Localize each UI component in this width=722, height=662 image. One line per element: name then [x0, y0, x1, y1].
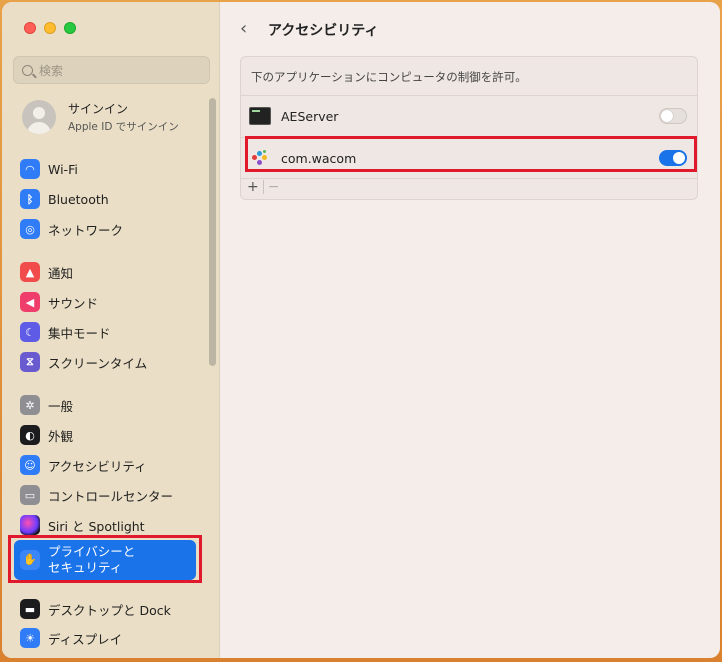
- signin-subtitle: Apple ID でサインイン: [68, 121, 179, 133]
- signin-title: サインイン: [68, 102, 129, 116]
- sidebar-item-focus[interactable]: ☾ 集中モード: [20, 322, 111, 342]
- accessibility-icon: ☺: [20, 455, 40, 475]
- divider: [241, 178, 697, 179]
- sidebar-item-label: 通知: [48, 265, 74, 281]
- sidebar-item-control-center[interactable]: ▭ コントロールセンター: [20, 485, 173, 505]
- sidebar-item-appearance[interactable]: ◐ 外観: [20, 425, 73, 445]
- sun-icon: ☀: [20, 628, 40, 648]
- sidebar-item-accessibility[interactable]: ☺ アクセシビリティ: [20, 455, 147, 475]
- main-pane: ‹ アクセシビリティ 下のアプリケーションにコンピュータの制御を許可。 AESe…: [220, 2, 720, 658]
- bluetooth-icon: ᛒ: [20, 189, 40, 209]
- globe-icon: ◎: [20, 219, 40, 239]
- close-button[interactable]: [24, 22, 36, 34]
- sidebar-item-general[interactable]: ✲ 一般: [20, 395, 73, 415]
- sidebar-item-label: 外観: [48, 428, 74, 444]
- appearance-icon: ◐: [20, 425, 40, 445]
- add-button[interactable]: +: [247, 179, 259, 195]
- search-icon: [22, 64, 33, 76]
- avatar: [22, 100, 56, 134]
- terminal-app-icon: [249, 107, 271, 125]
- sidebar-item-siri-spotlight[interactable]: Siri と Spotlight: [20, 515, 145, 535]
- bell-icon: ▲: [20, 262, 40, 282]
- sidebar-item-label: ネットワーク: [48, 222, 124, 238]
- sidebar-item-label: Bluetooth: [48, 191, 109, 207]
- sidebar-item-sound[interactable]: ◀ サウンド: [20, 292, 98, 312]
- app-name: AEServer: [281, 108, 339, 124]
- hourglass-icon: ⧖: [20, 352, 40, 372]
- highlight-box-com-wacom: [245, 136, 697, 172]
- sidebar-item-wifi[interactable]: ◠ Wi-Fi: [20, 159, 78, 179]
- page-title: アクセシビリティ: [268, 23, 379, 39]
- sidebar-item-label: Wi-Fi: [48, 161, 78, 177]
- gear-icon: ✲: [20, 395, 40, 415]
- zoom-button[interactable]: [64, 22, 76, 34]
- sidebar-item-label: サウンド: [48, 295, 99, 311]
- sidebar-item-label: ディスプレイ: [48, 631, 123, 647]
- sidebar-item-label: コントロールセンター: [48, 488, 174, 504]
- aeserver-toggle[interactable]: [659, 108, 687, 124]
- sidebar-item-screen-time[interactable]: ⧖ スクリーンタイム: [20, 352, 147, 372]
- add-remove-controls: + −: [247, 179, 279, 195]
- sidebar-item-label: アクセシビリティ: [48, 458, 147, 474]
- separator: [262, 180, 264, 194]
- sidebar-item-label: スクリーンタイム: [48, 355, 148, 371]
- system-settings-window: 検索 サインイン Apple ID でサインイン ◠ Wi-Fi ᛒ Bluet…: [2, 2, 720, 658]
- sidebar: 検索 サインイン Apple ID でサインイン ◠ Wi-Fi ᛒ Bluet…: [2, 2, 220, 658]
- app-row-aeserver[interactable]: AEServer: [249, 98, 687, 134]
- sidebar-item-desktop-dock[interactable]: ▬ デスクトップと Dock: [20, 599, 171, 619]
- search-input[interactable]: 検索: [13, 56, 210, 84]
- sidebar-item-notifications[interactable]: ▲ 通知: [20, 262, 73, 282]
- sidebar-item-displays[interactable]: ☀ ディスプレイ: [20, 628, 122, 648]
- highlight-box-sidebar: [8, 535, 202, 583]
- speaker-icon: ◀: [20, 292, 40, 312]
- sidebar-item-network[interactable]: ◎ ネットワーク: [20, 219, 123, 239]
- control-center-icon: ▭: [20, 485, 40, 505]
- sidebar-item-label: 集中モード: [48, 325, 111, 341]
- dock-icon: ▬: [20, 599, 40, 619]
- panel-description: 下のアプリケーションにコンピュータの制御を許可。: [251, 70, 527, 84]
- window-controls: [24, 22, 76, 34]
- sidebar-item-bluetooth[interactable]: ᛒ Bluetooth: [20, 189, 109, 209]
- apple-id-signin[interactable]: サインイン Apple ID でサインイン: [22, 100, 179, 134]
- sidebar-item-label: デスクトップと Dock: [48, 602, 171, 618]
- moon-icon: ☾: [20, 322, 40, 342]
- wifi-icon: ◠: [20, 159, 40, 179]
- siri-icon: [20, 515, 40, 535]
- sidebar-scrollbar[interactable]: [209, 98, 216, 366]
- sidebar-item-label: Siri と Spotlight: [48, 518, 145, 534]
- back-button[interactable]: ‹: [240, 18, 247, 39]
- app-list-panel: 下のアプリケーションにコンピュータの制御を許可。 AEServer com.wa…: [240, 56, 698, 200]
- sidebar-item-label: 一般: [48, 398, 74, 414]
- divider: [241, 95, 697, 96]
- minimize-button[interactable]: [44, 22, 56, 34]
- search-placeholder: 検索: [39, 63, 64, 78]
- remove-button[interactable]: −: [268, 179, 280, 195]
